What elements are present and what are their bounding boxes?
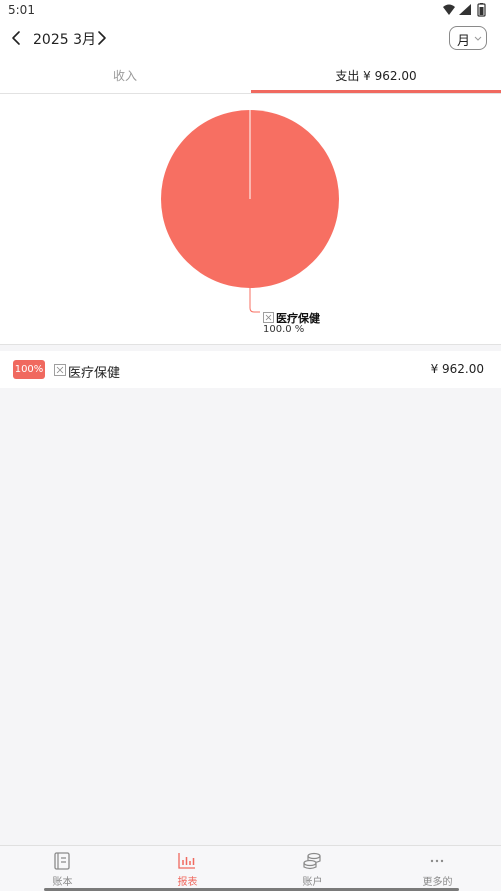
active-tab-indicator [251,90,501,93]
nav-item-more[interactable]: 更多的 [375,846,500,891]
category-name: 医疗保健 [68,366,121,381]
report-chart-icon [178,853,195,869]
medical-icon [263,312,274,323]
pie-chart [161,110,339,313]
period-dropdown-label: 月 [457,34,471,49]
income-expense-tabs: 收入 支出 ¥ 962.00 [0,58,501,94]
nav-item-ledger[interactable]: 账本 [0,846,125,891]
account-coins-icon [303,852,321,870]
nav-item-accounts[interactable]: 账户 [250,846,375,891]
category-amount: ¥ 962.00 [430,362,484,376]
next-month-button[interactable] [91,27,113,49]
wifi-icon [443,4,455,15]
nav-label-reports: 报表 [177,877,198,888]
pie-slice-percent: 100.0 % [263,324,305,335]
status-bar: 5:01 [0,0,501,20]
chevron-right-icon [98,31,106,45]
list-item[interactable]: 100% 医疗保健 ¥ 962.00 [0,351,501,388]
chevron-left-icon [12,31,20,45]
percent-badge: 100% [13,360,45,379]
chevron-down-icon [474,36,482,41]
more-icon [430,859,444,863]
signal-icon [459,4,471,15]
status-time: 5:01 [8,3,35,17]
status-icons [443,3,486,17]
header: 2025 3月 月 [0,20,501,58]
tab-expense[interactable]: 支出 ¥ 962.00 [251,58,501,93]
tab-income[interactable]: 收入 [0,58,250,93]
tab-income-label: 收入 [112,69,137,83]
ledger-icon [54,852,70,870]
previous-month-button[interactable] [6,27,28,49]
bottom-navigation: 账本 报表 账户 更多的 [0,845,501,891]
medical-icon [54,364,66,376]
nav-label-ledger: 账本 [52,877,73,888]
pie-chart-area: 医疗保健 100.0 % [0,94,501,345]
period-dropdown[interactable]: 月 [449,26,487,50]
nav-item-reports[interactable]: 报表 [125,846,250,891]
nav-label-more: 更多的 [422,877,453,888]
tab-expense-label: 支出 ¥ 962.00 [335,69,417,83]
current-month-label: 2025 3月 [33,32,96,48]
pie-label-leader-line [249,288,260,313]
nav-label-accounts: 账户 [302,877,323,888]
